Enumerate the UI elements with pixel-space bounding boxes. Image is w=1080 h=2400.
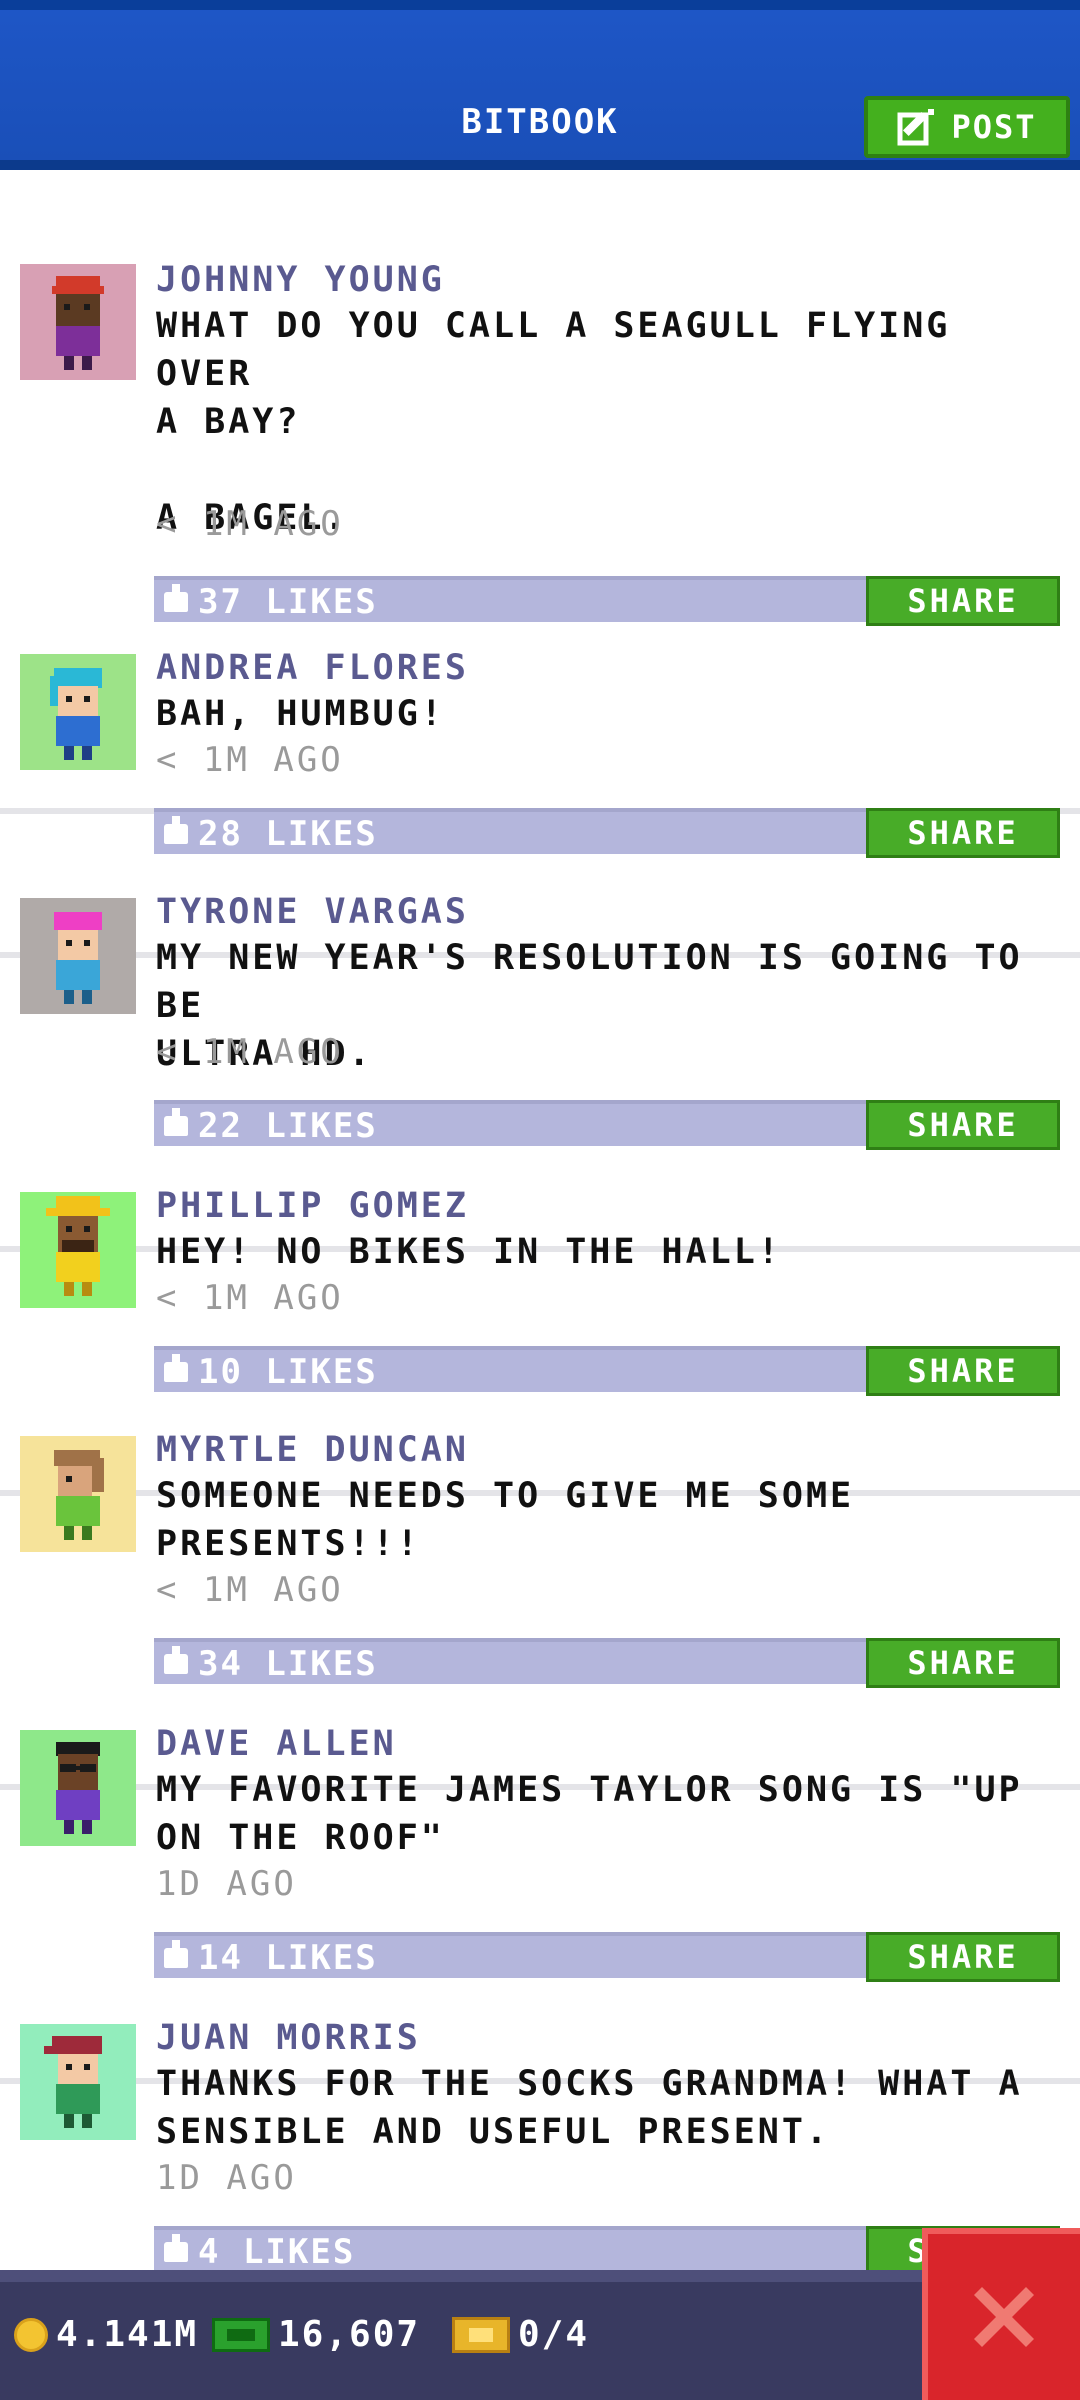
- post-message: HEY! NO BIKES IN THE HALL!: [156, 1232, 782, 1272]
- likes-bar: 14 LIKES SHARE: [154, 1932, 1060, 1982]
- post-feed[interactable]: JOHNNY YOUNG WHAT DO YOU CALL A SEAGULL …: [0, 170, 1080, 2270]
- likes-label: 10 LIKES: [198, 1352, 378, 1392]
- post-author[interactable]: DAVE ALLEN: [156, 1724, 397, 1764]
- share-button[interactable]: SHARE: [866, 808, 1060, 858]
- post-message: BAH, HUMBUG!: [156, 694, 445, 734]
- post-message: SOMEONE NEEDS TO GIVE ME SOME PRESENTS!!…: [156, 1476, 855, 1564]
- likes-bar: 37 LIKES SHARE: [154, 576, 1060, 626]
- likes-count[interactable]: 34 LIKES: [164, 1644, 378, 1684]
- likes-count[interactable]: 14 LIKES: [164, 1938, 378, 1978]
- ticket-icon: [452, 2316, 510, 2353]
- likes-count[interactable]: 4 LIKES: [164, 2232, 355, 2270]
- feed-post: JUAN MORRIS THANKS FOR THE SOCKS GRANDMA…: [0, 2018, 1080, 2270]
- post-author[interactable]: ANDREA FLORES: [156, 648, 469, 688]
- thumbs-up-icon: [164, 584, 188, 612]
- post-time: < 1M AGO: [156, 1570, 344, 1610]
- likes-count[interactable]: 28 LIKES: [164, 814, 378, 854]
- post-time: < 1M AGO: [156, 1278, 344, 1318]
- thumbs-up-icon: [164, 1940, 188, 1968]
- post-time: < 1M AGO: [156, 1032, 344, 1072]
- currency-status-bar: 4.141M 16,607 0/4: [0, 2270, 1080, 2400]
- post-author[interactable]: PHILLIP GOMEZ: [156, 1186, 469, 1226]
- share-button[interactable]: SHARE: [866, 1346, 1060, 1396]
- likes-label: 14 LIKES: [198, 1938, 378, 1978]
- avatar: [20, 654, 136, 770]
- share-button[interactable]: SHARE: [866, 1100, 1060, 1150]
- post-time: 1D AGO: [156, 2158, 297, 2198]
- avatar: [20, 1436, 136, 1552]
- coin-icon: [14, 2317, 48, 2352]
- likes-bar: 10 LIKES SHARE: [154, 1346, 1060, 1396]
- avatar: [20, 1192, 136, 1308]
- likes-label: 28 LIKES: [198, 814, 378, 854]
- close-x-icon: [974, 2287, 1034, 2347]
- app-header: BITBOOK POST: [0, 0, 1080, 170]
- likes-label: 22 LIKES: [198, 1106, 378, 1146]
- share-button[interactable]: SHARE: [866, 576, 1060, 626]
- post-author[interactable]: MYRTLE DUNCAN: [156, 1430, 469, 1470]
- likes-bar: 22 LIKES SHARE: [154, 1100, 1060, 1150]
- avatar: [20, 898, 136, 1014]
- thumbs-up-icon: [164, 816, 188, 844]
- post-author[interactable]: JOHNNY YOUNG: [156, 260, 445, 300]
- post-time: < 1M AGO: [156, 504, 344, 544]
- cash-value: 16,607: [278, 2314, 421, 2355]
- cash-stat[interactable]: 16,607: [212, 2314, 420, 2355]
- tickets-stat[interactable]: 0/4: [452, 2314, 589, 2355]
- cash-icon: [212, 2317, 270, 2352]
- thumbs-up-icon: [164, 1354, 188, 1382]
- share-button[interactable]: SHARE: [866, 1638, 1060, 1688]
- avatar: [20, 1730, 136, 1846]
- post-time: 1D AGO: [156, 1864, 297, 1904]
- avatar: [20, 2024, 136, 2140]
- post-button-label: POST: [951, 108, 1037, 146]
- post-message: THANKS FOR THE SOCKS GRANDMA! WHAT A SEN…: [156, 2064, 1023, 2152]
- likes-bar: 28 LIKES SHARE: [154, 808, 1060, 858]
- post-message: MY FAVORITE JAMES TAYLOR SONG IS "UP ON …: [156, 1770, 1023, 1858]
- close-button[interactable]: [922, 2228, 1080, 2400]
- coins-stat: 4.141M: [14, 2314, 198, 2355]
- likes-count[interactable]: 22 LIKES: [164, 1106, 378, 1146]
- thumbs-up-icon: [164, 2234, 188, 2262]
- coins-value: 4.141M: [56, 2314, 199, 2355]
- thumbs-up-icon: [164, 1108, 188, 1136]
- likes-label: 4 LIKES: [198, 2232, 356, 2270]
- post-author[interactable]: TYRONE VARGAS: [156, 892, 469, 932]
- post-author[interactable]: JUAN MORRIS: [156, 2018, 421, 2058]
- compose-icon: [897, 107, 937, 147]
- thumbs-up-icon: [164, 1646, 188, 1674]
- likes-count[interactable]: 37 LIKES: [164, 582, 378, 622]
- post-button[interactable]: POST: [864, 96, 1070, 158]
- post-time: < 1M AGO: [156, 740, 344, 780]
- likes-count[interactable]: 10 LIKES: [164, 1352, 378, 1392]
- avatar: [20, 264, 136, 380]
- tickets-value: 0/4: [518, 2314, 590, 2355]
- likes-bar: 34 LIKES SHARE: [154, 1638, 1060, 1688]
- likes-label: 37 LIKES: [198, 582, 378, 622]
- likes-label: 34 LIKES: [198, 1644, 378, 1684]
- share-button[interactable]: SHARE: [866, 1932, 1060, 1982]
